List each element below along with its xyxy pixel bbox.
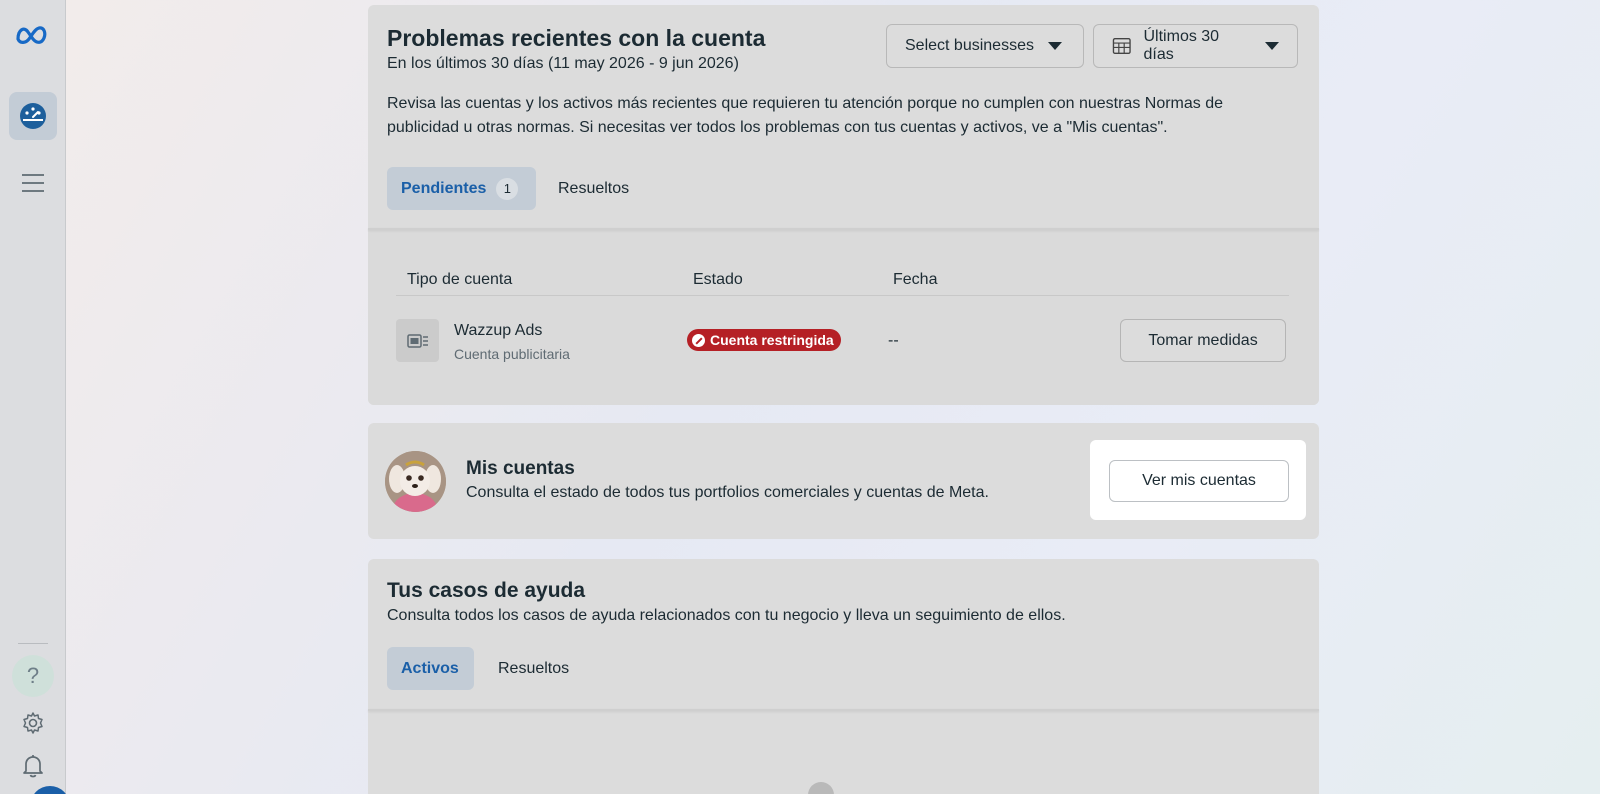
tab-resueltos-label: Resueltos bbox=[558, 179, 630, 197]
problems-description: Revisa las cuentas y los activos más rec… bbox=[387, 95, 1224, 136]
help-label: ? bbox=[26, 663, 40, 688]
my-accounts-card: Mis cuentas Consulta el estado de todos … bbox=[368, 423, 1319, 539]
table-divider bbox=[396, 295, 1289, 296]
problems-title: Problemas recientes con la cuenta bbox=[387, 25, 766, 51]
chevron-down-icon bbox=[1047, 42, 1062, 50]
view-accounts-highlight: Ver mis cuentas bbox=[1090, 440, 1306, 520]
tab-activos-label: Activos bbox=[401, 659, 459, 677]
my-accounts-description: Consulta el estado de todos tus portfoli… bbox=[466, 484, 989, 501]
avatar bbox=[385, 451, 446, 512]
menu-icon[interactable] bbox=[0, 163, 66, 203]
problems-table bbox=[368, 230, 1319, 405]
profile-avatar[interactable] bbox=[30, 786, 70, 794]
tab-resueltos-casos-label: Resueltos bbox=[498, 659, 570, 677]
tab-pendientes-label: Pendientes bbox=[401, 179, 487, 197]
help-cases-description: Consulta todos los casos de ayuda relaci… bbox=[387, 607, 1066, 624]
my-accounts-title: Mis cuentas bbox=[466, 458, 575, 479]
tab-resueltos-casos[interactable]: Resueltos bbox=[484, 647, 583, 690]
account-name: Wazzup Ads bbox=[454, 322, 543, 339]
select-businesses-label: Select businesses bbox=[905, 37, 1034, 54]
tab-activos[interactable]: Activos bbox=[387, 647, 474, 690]
dashboard-icon[interactable] bbox=[9, 92, 57, 140]
ad-account-icon bbox=[396, 319, 439, 362]
account-type: Cuenta publicitaria bbox=[454, 346, 570, 362]
account-date: -- bbox=[888, 332, 899, 349]
select-businesses-dropdown[interactable]: Select businesses bbox=[886, 24, 1084, 68]
help-cases-title: Tus casos de ayuda bbox=[387, 579, 586, 602]
column-header-fecha: Fecha bbox=[893, 271, 938, 288]
loading-spinner bbox=[808, 782, 834, 794]
restricted-icon bbox=[692, 333, 705, 347]
view-my-accounts-button[interactable]: Ver mis cuentas bbox=[1109, 460, 1289, 502]
calendar-icon bbox=[1112, 38, 1131, 54]
sidebar-divider bbox=[18, 643, 48, 644]
date-range-label: Últimos 30 días bbox=[1143, 28, 1220, 63]
sidebar: ? bbox=[0, 0, 70, 794]
chevron-down-icon bbox=[1265, 42, 1279, 50]
date-range-dropdown[interactable]: Últimos 30 días bbox=[1093, 24, 1298, 68]
help-icon[interactable]: ? bbox=[12, 655, 54, 697]
gear-icon[interactable] bbox=[0, 708, 66, 738]
meta-logo-icon[interactable] bbox=[0, 14, 66, 54]
help-cases-card: Tus casos de ayuda Consulta todos los ca… bbox=[368, 559, 1319, 794]
pending-count-badge: 1 bbox=[496, 177, 519, 200]
column-header-estado: Estado bbox=[693, 271, 743, 288]
recent-problems-card: Problemas recientes con la cuenta En los… bbox=[368, 5, 1319, 405]
bell-icon[interactable] bbox=[0, 750, 66, 782]
column-header-tipo: Tipo de cuenta bbox=[407, 271, 513, 288]
tab-pendientes[interactable]: Pendientes 1 bbox=[387, 167, 536, 210]
status-badge: Cuenta restringida bbox=[687, 329, 841, 351]
tab-resueltos[interactable]: Resueltos bbox=[544, 167, 643, 210]
help-cases-separator bbox=[368, 709, 1319, 711]
problems-subtitle: En los últimos 30 días (11 may 2026 - 9 … bbox=[387, 55, 739, 72]
status-badge-label: Cuenta restringida bbox=[710, 332, 834, 348]
take-action-button[interactable]: Tomar medidas bbox=[1120, 319, 1286, 362]
header-separator bbox=[368, 228, 1319, 230]
